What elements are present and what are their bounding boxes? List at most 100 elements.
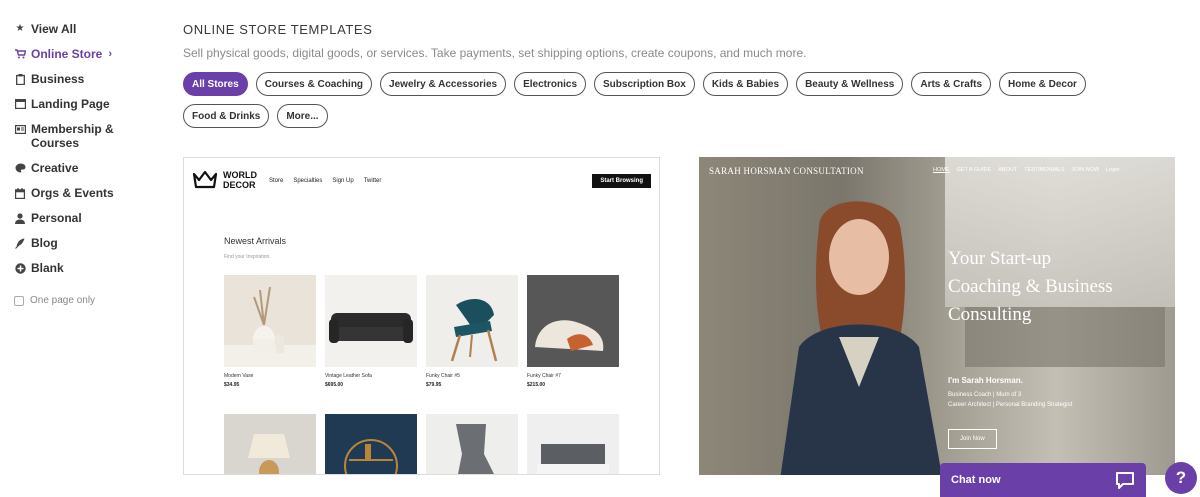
feather-icon [14,236,26,250]
sidebar-item-blank[interactable]: Blank [14,261,164,275]
template-cta: Start Browsing [592,174,651,188]
filter-chip-home-decor[interactable]: Home & Decor [999,72,1086,96]
product-grid-row-2 [224,414,619,474]
chat-now-button[interactable]: Chat now [940,463,1146,497]
sidebar-item-label: Orgs & Events [31,186,114,200]
template-nav-item: Twitter [363,178,382,184]
calendar-icon [14,186,26,200]
vase-image [224,275,316,367]
template-brand: SARAH HORSMAN CONSULTATION [709,166,864,176]
logo-line-1: WORLD [223,170,257,180]
product-price: $215.00 [527,382,546,388]
template-logo-text: WORLD DECOR [223,170,257,190]
hero-name: I'm Sarah Horsman. [948,376,1023,385]
sidebar-item-label: Creative [31,161,79,175]
filter-chip-food-drinks[interactable]: Food & Drinks [183,104,270,128]
sidebar-item-orgs-events[interactable]: Orgs & Events [14,186,164,200]
filter-chip-electronics[interactable]: Electronics [514,72,587,96]
filter-chip-jewelry-accessories[interactable]: Jewelry & Accessories [380,72,507,96]
person-icon [14,211,26,225]
template-section-subtitle: Find your Inspiration. [224,254,271,260]
chair-image [426,414,518,474]
template-nav-item: Sign Up [332,178,354,184]
window-icon [14,97,26,111]
template-nav-item: HOME [933,167,950,173]
filter-chips: All Stores Courses & Coaching Jewelry & … [183,72,1183,136]
hero-join-button: Join Now [948,429,997,449]
product-name: Modern Vase [224,373,254,379]
sidebar-item-label: Blank [31,261,64,275]
bed-image [527,414,619,474]
sidebar-item-label: Blog [31,236,58,250]
filter-chip-kids-babies[interactable]: Kids & Babies [702,72,789,96]
product-card: Vintage Leather Sofa $695.00 [325,275,417,388]
crown-icon [192,170,218,189]
sidebar-item-personal[interactable]: Personal [14,211,164,225]
product-price: $79.95 [426,382,442,388]
template-card-world-decor[interactable]: WORLD DECOR Store Specialties Sign Up Tw… [183,157,660,475]
checkbox-box[interactable] [14,295,24,306]
filter-chip-courses-coaching[interactable]: Courses & Coaching [255,72,373,96]
sidebar-item-online-store[interactable]: Online Store › [14,47,164,61]
chevron-right-icon: › [108,48,113,60]
template-nav-item: GET A GUIDE [956,167,992,173]
sidebar-item-label: Online Store [31,47,103,61]
filter-chip-arts-crafts[interactable]: Arts & Crafts [911,72,992,96]
plus-circle-icon [14,261,26,275]
cart-icon [14,47,26,61]
logo-line-2: DECOR [223,180,256,190]
hero-heading: Your Start-up Coaching & Business Consul… [948,245,1113,329]
template-nav-item: TESTIMONIALS [1024,167,1065,173]
one-page-only-label: One page only [30,295,96,306]
page-subtitle: Sell physical goods, digital goods, or s… [183,46,807,60]
sidebar-item-blog[interactable]: Blog [14,236,164,250]
filter-chip-beauty-wellness[interactable]: Beauty & Wellness [796,72,904,96]
template-nav-item: Store [269,178,284,184]
template-section-title: Newest Arrivals [224,236,287,246]
sidebar-item-business[interactable]: Business [14,72,164,86]
template-nav: Store Specialties Sign Up Twitter [269,178,381,184]
sidebar-item-creative[interactable]: Creative [14,161,164,175]
product-card: Funky Chair #7 $215.00 [527,275,619,388]
filter-chip-more[interactable]: More... [277,104,328,128]
template-card-sarah-horsman[interactable]: SARAH HORSMAN CONSULTATION HOME GET A GU… [699,157,1175,475]
hero-line: Consulting [948,304,1032,325]
product-name: Vintage Leather Sofa [325,373,372,379]
sidebar-item-label: View All [31,22,77,36]
category-sidebar: ★ View All Online Store › Business Landi… [14,22,164,306]
clipboard-icon [14,72,26,86]
product-price: $695.00 [325,382,344,388]
sidebar-item-view-all[interactable]: ★ View All [14,22,164,36]
sidebar-item-landing-page[interactable]: Landing Page [14,97,164,111]
filter-chip-subscription-box[interactable]: Subscription Box [594,72,695,96]
shelf-image [325,414,417,474]
sidebar-item-label: Business [31,72,85,86]
hero-roles: Business Coach | Mum of 3 Career Archite… [948,390,1072,410]
id-card-icon [14,122,26,136]
product-name: Funky Chair #7 [527,373,561,379]
template-nav-item: ABOUT [998,167,1018,173]
filter-chip-all-stores[interactable]: All Stores [183,72,248,96]
one-page-only-checkbox[interactable]: One page only [14,295,164,306]
hero-line: Your Start-up [948,248,1052,269]
chair-image [426,275,518,367]
product-grid: Modern Vase $34.95 Vintage Leather Sofa … [224,275,619,388]
template-nav-item: Specialties [293,178,323,184]
template-nav-item: JOIN NOW [1071,167,1100,173]
product-name: Funky Chair #5 [426,373,460,379]
sidebar-item-label: Membership & Courses [31,122,114,150]
person-photo [780,201,942,475]
sofa-image [325,275,417,367]
chat-label: Chat now [951,474,1001,486]
product-card: Funky Chair #5 $79.95 [426,275,518,388]
template-logo: WORLD DECOR [192,170,257,190]
page-title: ONLINE STORE TEMPLATES [183,22,373,37]
help-button[interactable]: ? [1165,462,1197,494]
sidebar-item-membership-courses[interactable]: Membership & Courses [14,122,164,150]
chair-image [527,275,619,367]
sidebar-item-label: Personal [31,211,82,225]
hero-line: Coaching & Business [948,276,1113,297]
lamp-image [224,414,316,474]
template-nav-item: Login [1106,167,1120,173]
product-card: Modern Vase $34.95 [224,275,316,388]
